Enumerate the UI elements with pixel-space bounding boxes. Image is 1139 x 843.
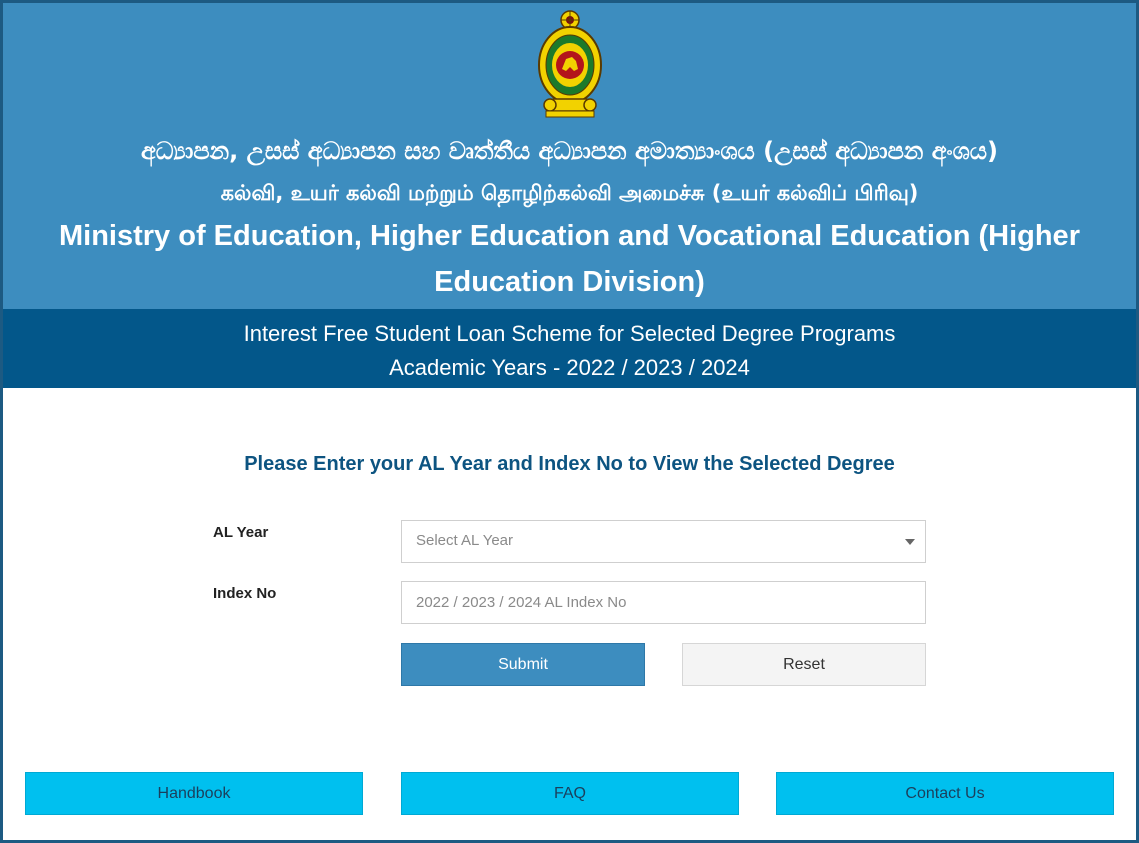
al-year-label: AL Year — [213, 524, 269, 541]
faq-button[interactable]: FAQ — [401, 772, 739, 815]
sri-lanka-emblem-icon — [537, 10, 602, 118]
al-year-select[interactable]: Select AL Year — [401, 520, 926, 563]
reset-button[interactable]: Reset — [682, 643, 926, 686]
index-no-input[interactable] — [401, 581, 926, 624]
top-banner: අධ්‍යාපන, උසස් අධ්‍යාපන සහ වෘත්තීය අධ්‍ය… — [3, 3, 1136, 309]
scheme-title: Interest Free Student Loan Scheme for Se… — [243, 321, 896, 346]
al-year-select-value: Select AL Year — [416, 532, 514, 549]
scheme-banner: Interest Free Student Loan Scheme for Se… — [3, 309, 1136, 388]
submit-button[interactable]: Submit — [401, 643, 645, 686]
sinhala-title: අධ්‍යාපන, උසස් අධ්‍යාපන සහ වෘත්තීය අධ්‍ය… — [141, 137, 998, 165]
page-frame: අධ්‍යාපන, උසස් අධ්‍යාපන සහ වෘත්තීය අධ්‍ය… — [0, 0, 1139, 843]
index-no-label: Index No — [213, 585, 277, 602]
chevron-down-icon — [905, 539, 915, 545]
handbook-button[interactable]: Handbook — [25, 772, 363, 815]
contact-us-button[interactable]: Contact Us — [776, 772, 1114, 815]
academic-years: Academic Years - 2022 / 2023 / 2024 — [389, 355, 750, 380]
form-heading: Please Enter your AL Year and Index No t… — [244, 453, 895, 475]
tamil-title: கல்வி, உயர் கல்வி மற்றும் தொழிற்கல்வி அம… — [220, 181, 919, 205]
english-title: Ministry of Education, Higher Education … — [59, 220, 1080, 298]
